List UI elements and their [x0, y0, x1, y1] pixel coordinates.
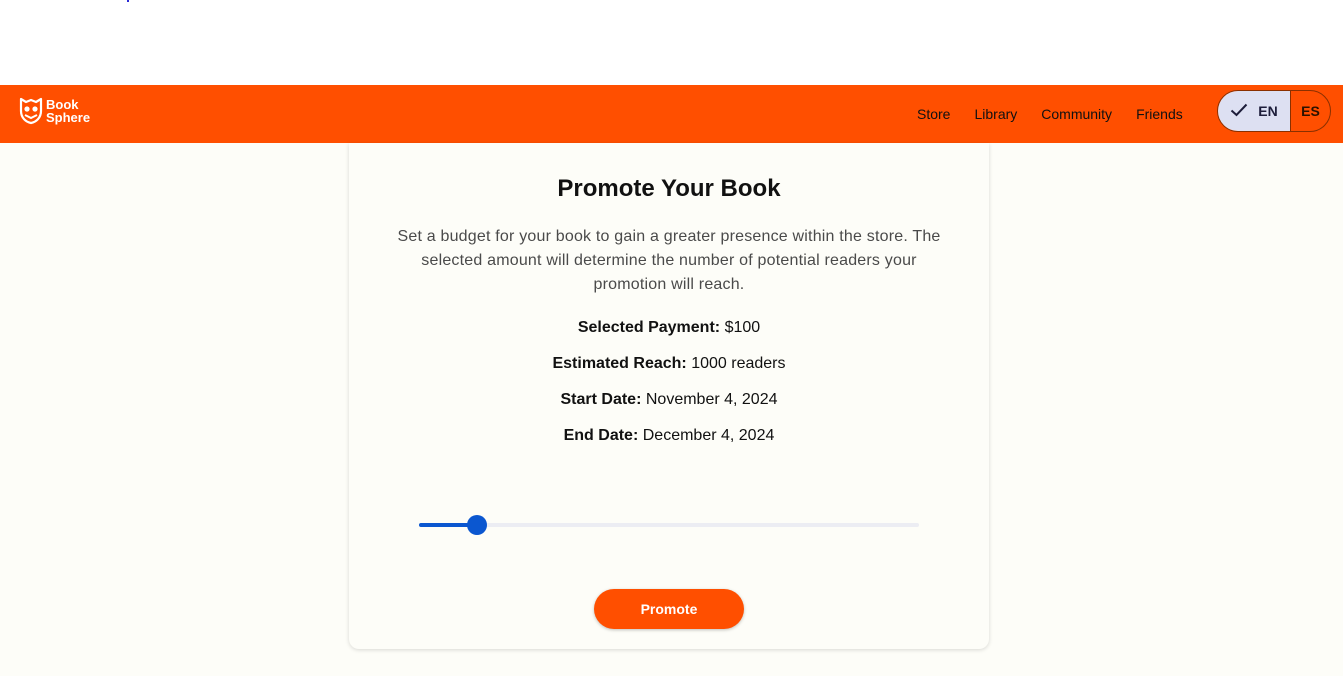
end-date-value: December 4, 2024 — [642, 427, 775, 444]
language-toggle: EN ES — [1217, 90, 1331, 132]
language-es-label: ES — [1301, 103, 1320, 119]
selected-payment-value: $100 — [724, 319, 761, 336]
selected-payment-label: Selected Payment: — [577, 319, 721, 336]
brand-line-2: Sphere — [46, 110, 91, 125]
owl-book-logo-icon — [19, 97, 43, 125]
slider-thumb[interactable] — [467, 515, 487, 535]
top-blank-area — [0, 0, 1343, 85]
nav-link-friends[interactable]: Friends — [1136, 106, 1183, 122]
end-date-label: End Date: — [563, 427, 639, 444]
selected-payment-row: Selected Payment: $100 — [349, 319, 989, 337]
brand-name: Book Sphere — [46, 98, 90, 124]
slider-rail[interactable] — [419, 523, 919, 527]
check-icon — [1230, 103, 1248, 120]
nav-link-library[interactable]: Library — [974, 106, 1017, 122]
card-description: Set a budget for your book to gain a gre… — [397, 228, 941, 293]
estimated-reach-row: Estimated Reach: 1000 readers — [349, 355, 989, 373]
budget-slider[interactable] — [419, 513, 919, 537]
language-option-en[interactable]: EN — [1218, 91, 1291, 131]
promote-card: Promote Your Book Set a budget for your … — [349, 143, 989, 649]
estimated-reach-label: Estimated Reach: — [552, 355, 687, 372]
language-en-label: EN — [1258, 103, 1278, 119]
promote-button[interactable]: Promote — [594, 589, 744, 629]
stray-dot — [127, 0, 129, 2]
start-date-value: November 4, 2024 — [645, 391, 778, 408]
language-option-es[interactable]: ES — [1291, 91, 1330, 131]
nav-link-store[interactable]: Store — [917, 106, 950, 122]
start-date-label: Start Date: — [560, 391, 642, 408]
estimated-reach-value: 1000 readers — [691, 355, 786, 372]
brand-logo[interactable]: Book Sphere — [19, 97, 90, 125]
top-navbar: Book Sphere Store Library Community Frie… — [0, 85, 1343, 143]
card-title: Promote Your Book — [557, 175, 781, 202]
end-date-row: End Date: December 4, 2024 — [349, 427, 989, 445]
start-date-row: Start Date: November 4, 2024 — [349, 391, 989, 409]
nav-links: Store Library Community Friends — [917, 85, 1183, 143]
nav-link-community[interactable]: Community — [1041, 106, 1112, 122]
